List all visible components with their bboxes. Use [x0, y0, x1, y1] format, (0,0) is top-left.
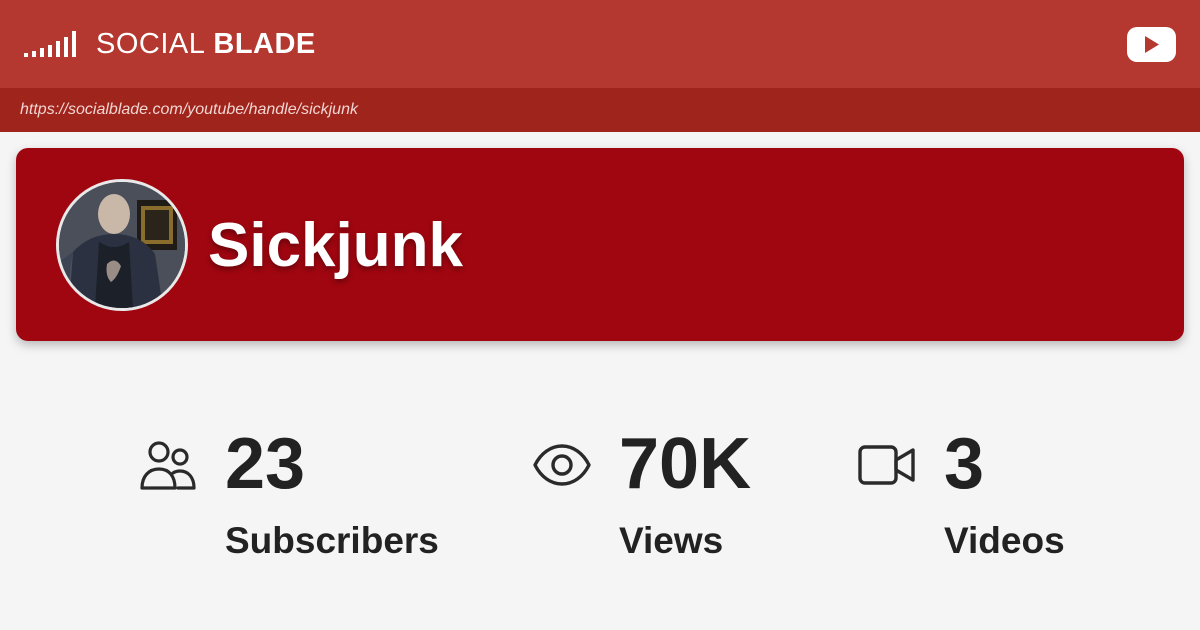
channel-card: Sickjunk — [16, 148, 1184, 341]
logo-text-bold: BLADE — [213, 27, 316, 60]
stat-label: Views — [619, 520, 724, 561]
users-icon — [140, 440, 196, 497]
social-blade-logo[interactable]: SOCIAL BLADE — [24, 26, 316, 62]
channel-name: Sickjunk — [208, 211, 463, 280]
logo-text: SOCIAL BLADE — [96, 28, 316, 61]
page-url[interactable]: https://socialblade.com/youtube/handle/s… — [20, 101, 358, 119]
header-bar: SOCIAL BLADE — [0, 0, 1200, 88]
eye-icon — [533, 442, 591, 493]
video-camera-icon — [858, 444, 916, 493]
stat-label: Videos — [944, 520, 1065, 561]
url-bar: https://socialblade.com/youtube/handle/s… — [0, 88, 1200, 132]
stat-value: 23 — [225, 424, 306, 504]
channel-avatar — [56, 179, 188, 311]
signal-bars-icon — [24, 31, 80, 57]
stat-value: 70K — [619, 424, 752, 504]
youtube-play-icon[interactable] — [1127, 27, 1176, 62]
logo-text-light: SOCIAL — [96, 27, 206, 60]
stat-label: Subscribers — [225, 520, 439, 561]
stat-value: 3 — [944, 424, 985, 504]
